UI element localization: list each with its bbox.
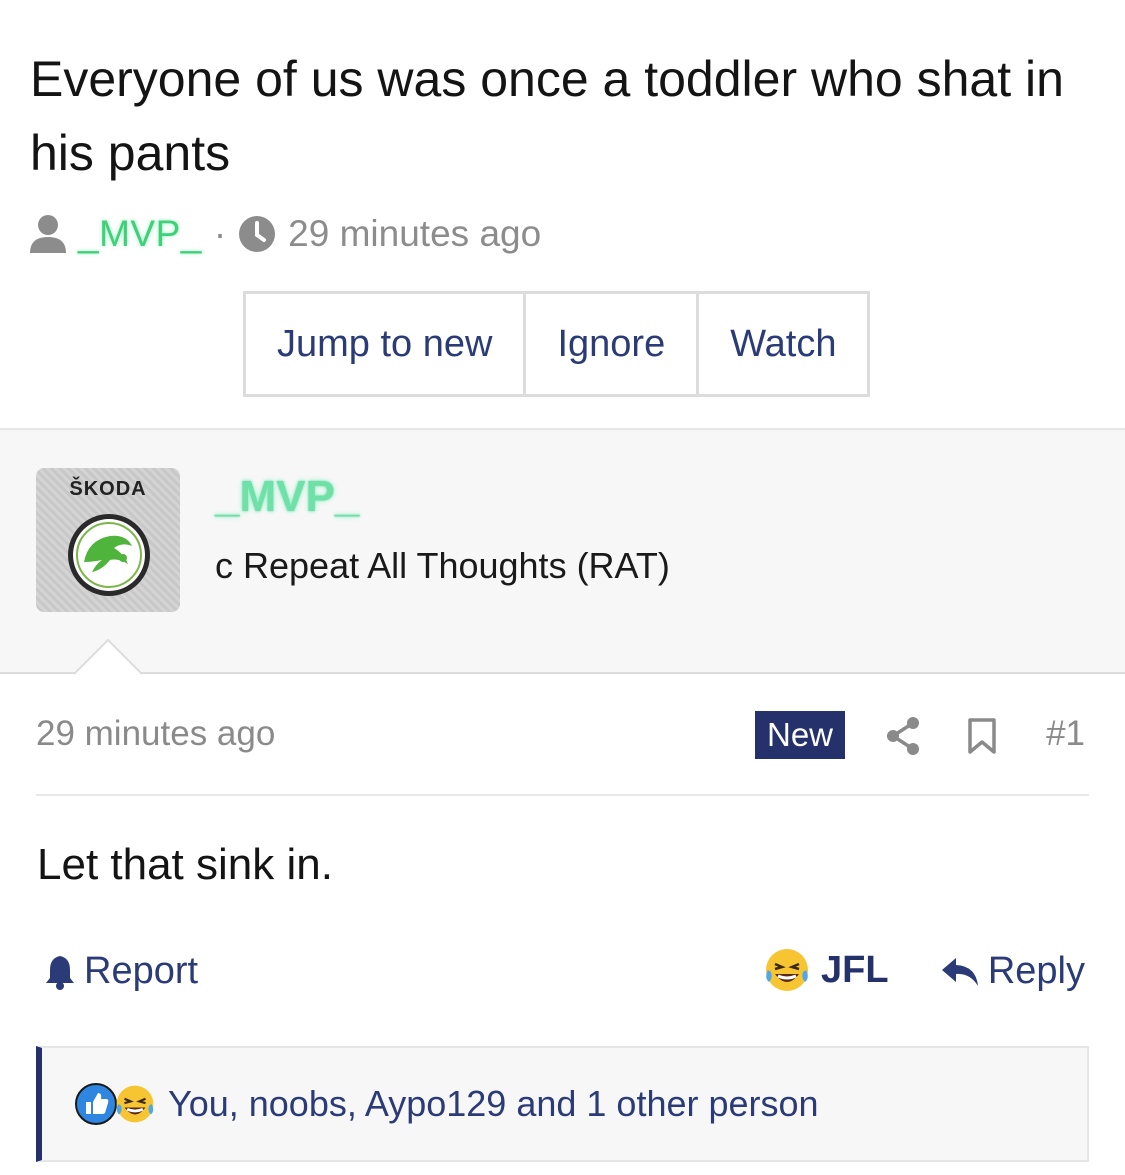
thread-time[interactable]: 29 minutes ago (288, 213, 541, 255)
post-header: 29 minutes ago New #1 (36, 706, 1089, 764)
like-icon (75, 1083, 117, 1125)
clock-icon (239, 216, 276, 252)
reply-icon (941, 957, 978, 986)
report-label: Report (84, 950, 199, 992)
reactions-summary-link[interactable]: You, noobs, Aypo129 and 1 other person (168, 1083, 819, 1125)
author-block: ŠKODA _MVP_ c Repeat All Thoughts (RAT) (0, 428, 1125, 674)
ignore-button[interactable]: Ignore (526, 294, 700, 394)
skoda-logo-icon (68, 514, 150, 596)
post-divider (36, 794, 1089, 796)
jump-to-new-button[interactable]: Jump to new (246, 294, 527, 394)
user-icon (30, 215, 66, 253)
reaction-icons (74, 1082, 156, 1126)
author-user-title: c Repeat All Thoughts (RAT) (215, 545, 670, 586)
meta-separator: · (213, 213, 227, 254)
post-time[interactable]: 29 minutes ago (36, 714, 275, 754)
thread-meta: _MVP_ · 29 minutes ago (28, 208, 541, 260)
author-username[interactable]: _MVP_ (215, 472, 359, 522)
avatar[interactable]: ŠKODA (36, 468, 180, 612)
thread-title: Everyone of us was once a toddler who sh… (30, 51, 1064, 181)
watch-button[interactable]: Watch (699, 294, 867, 394)
share-icon[interactable] (885, 716, 921, 756)
bell-icon (46, 955, 74, 990)
bookmark-icon[interactable] (967, 718, 997, 754)
react-label: JFL (821, 948, 889, 991)
post-footer: Report JFL Reply (36, 944, 1089, 1004)
react-button[interactable]: JFL (763, 946, 889, 994)
reply-label: Reply (987, 950, 1085, 992)
reply-button[interactable]: Reply (940, 950, 1085, 993)
report-button[interactable]: Report (44, 950, 198, 993)
laughing-emoji-icon (766, 949, 808, 991)
thread-author-link[interactable]: _MVP_ (78, 213, 202, 255)
laughing-emoji-icon (116, 1085, 154, 1123)
reactions-bar: You, noobs, Aypo129 and 1 other person (36, 1046, 1089, 1162)
new-badge: New (755, 711, 845, 759)
post-body: Let that sink in. (37, 840, 333, 889)
thread-actions: Jump to new Ignore Watch (243, 291, 871, 397)
avatar-brand-text: ŠKODA (69, 478, 147, 500)
post-number[interactable]: #1 (1046, 714, 1085, 754)
